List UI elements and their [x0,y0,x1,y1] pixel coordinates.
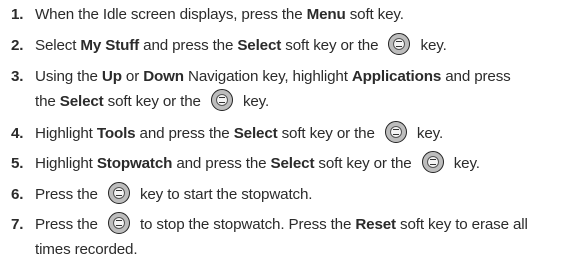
bold-term: Select [237,37,282,54]
bold-term: Menu [306,6,346,23]
ok-select-key-icon [107,182,130,204]
bold-term: Stopwatch [96,155,173,172]
step-text: soft key to erase all [395,216,528,233]
step-text: Using the [35,68,102,85]
step-text: and press the [135,125,234,142]
bold-term: Select [270,155,315,172]
step-text: Highlight [35,125,97,142]
step-text: and press [441,68,511,85]
bold-term: Tools [96,125,136,142]
step-text: to stop the stopwatch. Press the [135,216,356,233]
step-text-line: Press the to stop the stopwatch. Press t… [35,212,528,237]
step-text: Press the [35,216,102,233]
step-text: key. [412,125,444,142]
step-text: and press the [139,37,238,54]
step-text: Highlight [35,155,97,172]
step-text-line: the Select soft key or the key. [35,89,269,114]
step-text: and press the [172,155,271,172]
step-text-line: Select My Stuff and press the Select sof… [35,33,447,58]
bold-term: My Stuff [80,37,140,54]
step-text-line: Using the Up or Down Navigation key, hig… [35,64,511,89]
step-number: 6. [11,186,24,203]
step-text: Select [35,37,81,54]
step-text: soft key or the [103,93,205,110]
step-text: soft key or the [281,37,383,54]
ok-select-key-icon [107,212,130,234]
ok-select-key-icon [421,151,444,173]
step-text-line: Highlight Stopwatch and press the Select… [35,151,480,176]
step-number: 4. [11,125,24,142]
bold-term: Reset [355,216,396,233]
ok-select-key-icon [210,89,233,111]
step-text-line: times recorded. [35,237,138,262]
step-text-line: Highlight Tools and press the Select sof… [35,121,443,146]
instruction-list: 1. When the Idle screen displays, press … [0,0,586,258]
step-text: Press the [35,186,102,203]
step-text: When the Idle screen displays, press the [35,6,307,23]
step-number: 3. [11,68,24,85]
step-text: the [35,93,60,110]
step-text: key. [238,93,270,110]
step-number: 7. [11,216,24,233]
step-text: key to start the stopwatch. [135,186,313,203]
step-text: soft key or the [277,125,379,142]
bold-term: Down [143,68,184,85]
step-text: Navigation key, highlight [183,68,352,85]
step-text-line: When the Idle screen displays, press the… [35,2,404,27]
step-text: times recorded. [35,241,138,258]
step-text: or [121,68,144,85]
bold-term: Select [233,125,278,142]
step-text: key. [416,37,447,54]
step-number: 2. [11,37,24,54]
ok-select-key-icon [388,33,411,55]
bold-term: Up [101,68,122,85]
bold-term: Applications [351,68,442,85]
step-number: 1. [11,6,24,23]
step-text-line: Press the key to start the stopwatch. [35,182,312,207]
step-text: soft key or the [314,155,416,172]
step-text: soft key. [345,6,404,23]
step-number: 5. [11,155,24,172]
ok-select-key-icon [384,121,407,143]
step-text: key. [449,155,480,172]
bold-term: Select [59,93,104,110]
